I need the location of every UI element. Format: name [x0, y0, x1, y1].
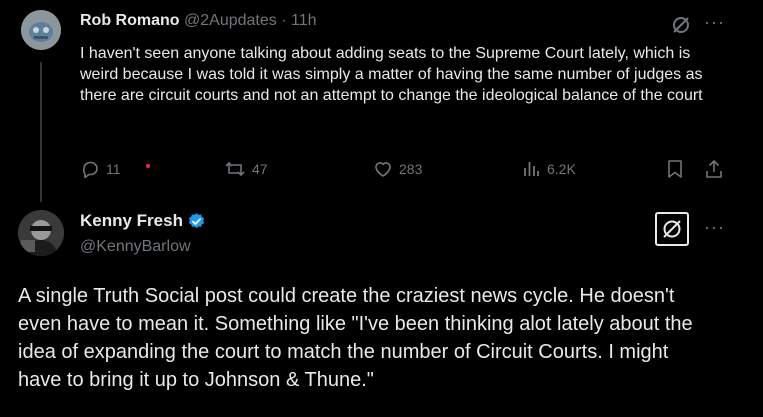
- bookmark-icon: [668, 160, 682, 178]
- reply-button[interactable]: 11: [80, 159, 121, 179]
- grok-button[interactable]: [655, 212, 689, 246]
- analytics-icon: [524, 162, 539, 176]
- reply-count: 11: [106, 161, 121, 177]
- grok-icon: [663, 220, 681, 238]
- author-name[interactable]: Kenny Fresh: [80, 211, 183, 231]
- views-button[interactable]: 6.2K: [521, 159, 576, 179]
- reply-tweet-header: Rob Romano @2Aupdates · 11h: [80, 12, 317, 30]
- views-count: 6.2K: [547, 161, 576, 177]
- more-options-button[interactable]: ···: [704, 217, 725, 238]
- author-handle[interactable]: @KennyBarlow: [80, 238, 191, 256]
- author-name[interactable]: Rob Romano: [80, 12, 180, 29]
- thread-connector: [40, 62, 42, 202]
- retweet-button[interactable]: 47: [224, 159, 268, 179]
- avatar-image: [21, 10, 61, 50]
- verified-badge-icon: [188, 212, 205, 228]
- share-button[interactable]: [703, 158, 725, 180]
- avatar-image: [18, 210, 64, 256]
- main-tweet-text: A single Truth Social post could create …: [18, 285, 693, 391]
- reply-tweet-text: I haven't seen anyone talking about addi…: [80, 45, 703, 104]
- notification-dot: [146, 164, 150, 168]
- like-count: 283: [399, 161, 423, 177]
- avatar-kenny-fresh[interactable]: [18, 210, 64, 256]
- more-options-button[interactable]: ···: [704, 12, 725, 33]
- tweet-timestamp[interactable]: 11h: [291, 12, 317, 29]
- like-button[interactable]: 283: [373, 159, 422, 179]
- retweet-count: 47: [252, 161, 268, 177]
- time-separator: ·: [281, 12, 287, 29]
- share-icon: [706, 159, 722, 178]
- avatar-rob-romano[interactable]: [21, 10, 61, 50]
- author-handle[interactable]: @2Aupdates: [184, 12, 277, 29]
- heart-icon: [375, 162, 391, 177]
- bookmark-button[interactable]: [664, 158, 686, 180]
- retweet-icon: [225, 161, 245, 177]
- reply-icon: [82, 161, 98, 179]
- grok-icon[interactable]: [670, 14, 692, 36]
- main-tweet-author: Kenny Fresh: [80, 211, 206, 231]
